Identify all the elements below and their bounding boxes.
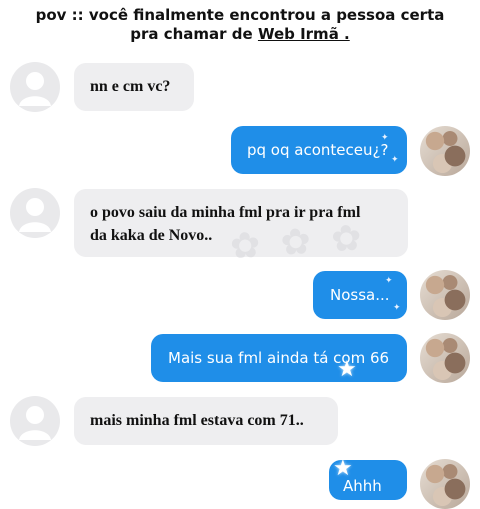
message-bubble-outgoing[interactable]: Mais sua fml ainda tá com 66 ★ — [151, 334, 407, 382]
caption-line-1: pov :: você finalmente encontrou a pesso… — [35, 6, 445, 24]
message-bubble-outgoing[interactable]: pq oq aconteceu¿? ✦ ✦ — [231, 126, 407, 174]
profile-photo-avatar[interactable] — [420, 126, 470, 176]
sparkle-icon: ✦ — [385, 276, 393, 286]
message-bubble-incoming[interactable]: nn e cm vc? — [74, 63, 194, 111]
message-bubble-incoming[interactable]: mais minha fml estava com 71.. — [74, 397, 338, 445]
message-text: Mais sua fml ainda tá com 66 — [168, 349, 390, 367]
default-avatar-icon[interactable] — [10, 188, 60, 238]
message-text: nn e cm vc? — [90, 78, 171, 95]
profile-photo-avatar[interactable] — [420, 333, 470, 383]
watermark-decoration: ✿ ✿ ✿ — [228, 217, 367, 268]
profile-photo-avatar[interactable] — [420, 459, 470, 509]
caption-header: pov :: você finalmente encontrou a pesso… — [0, 6, 480, 44]
message-text: mais minha fml estava com 71.. — [90, 412, 304, 429]
message-text: Nossa... — [330, 286, 390, 304]
sparkle-icon: ✦ — [391, 155, 399, 165]
message-bubble-outgoing[interactable]: Ahhh ★ — [329, 456, 407, 500]
default-avatar-icon[interactable] — [10, 396, 60, 446]
sparkle-icon: ✦ — [381, 133, 389, 143]
default-avatar-icon[interactable] — [10, 62, 60, 112]
star-sticker-icon: ★ — [333, 456, 353, 481]
caption-line-2: pra chamar de Web Irmã . — [0, 25, 480, 44]
caption-highlight: Web Irmã . — [257, 25, 350, 43]
sparkle-icon: ✦ — [393, 303, 401, 313]
star-sticker-icon: ★ — [337, 357, 357, 382]
message-bubble-outgoing[interactable]: Nossa... ✦ ✦ — [313, 271, 407, 319]
profile-photo-avatar[interactable] — [420, 270, 470, 320]
message-text: pq oq aconteceu¿? — [247, 141, 389, 159]
caption-line-2-prefix: pra chamar de — [130, 25, 258, 43]
